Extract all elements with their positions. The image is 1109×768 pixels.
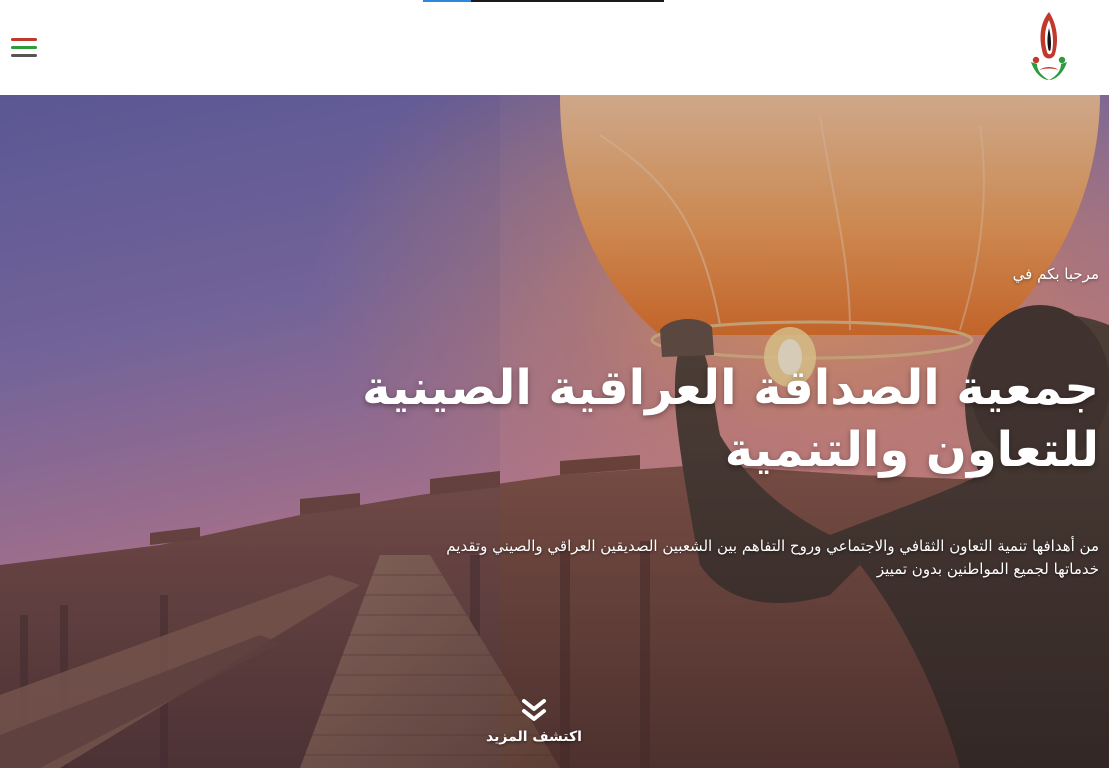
scroll-progress-fill <box>423 0 472 2</box>
explore-more-label: اكتشف المزيد <box>486 729 582 745</box>
society-logo-icon[interactable] <box>1027 10 1071 86</box>
hero-description: من أهدافها تنمية التعاون الثقافي والاجتم… <box>446 537 1099 578</box>
hero-title: جمعية الصداقة العراقية الصينية للتعاون و… <box>362 360 1099 478</box>
menu-bar-middle <box>11 46 37 49</box>
explore-more-button[interactable]: اكتشف المزيد <box>478 699 590 753</box>
menu-button[interactable] <box>11 38 39 60</box>
hero-section: مرحبا بكم في جمعية الصداقة العراقية الصي… <box>0 95 1109 768</box>
welcome-text: مرحبا بكم في <box>1012 265 1099 283</box>
scroll-progress-bar <box>423 0 664 2</box>
site-header <box>0 0 1109 95</box>
menu-bar-top <box>11 38 37 41</box>
menu-bar-bottom <box>11 54 37 57</box>
double-chevron-down-icon <box>522 699 546 721</box>
